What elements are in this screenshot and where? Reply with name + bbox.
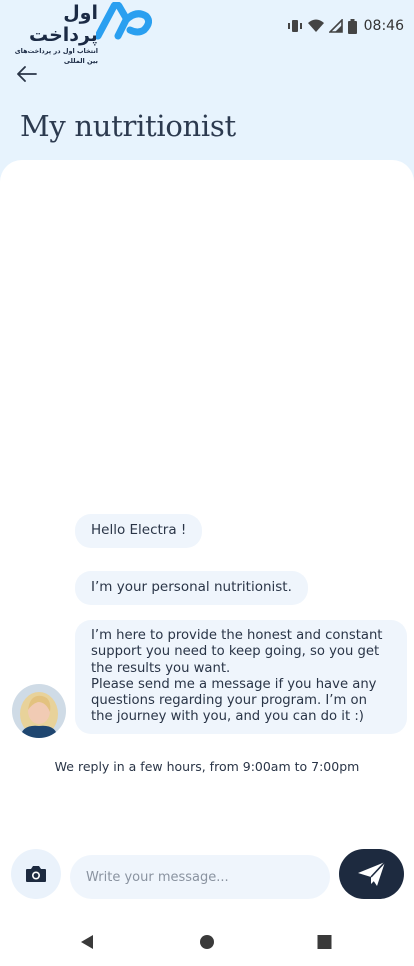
camera-icon — [26, 866, 46, 882]
status-time: 08:46 — [363, 18, 404, 34]
back-triangle-icon[interactable] — [79, 934, 95, 950]
recents-square-icon[interactable] — [317, 934, 332, 950]
signal-icon — [328, 19, 343, 33]
back-button[interactable] — [14, 61, 40, 87]
page-title: My nutritionist — [20, 109, 236, 143]
battery-icon — [347, 18, 357, 34]
message-bubble: Hello Electra ! — [75, 514, 203, 548]
vibrate-icon — [287, 20, 302, 32]
reply-hours-notice: We reply in a few hours, from 9:00am to … — [54, 759, 360, 774]
message-input[interactable] — [70, 855, 330, 899]
status-icons: 08:46 — [287, 16, 404, 36]
message-bubble: I’m your personal nutritionist. — [75, 571, 308, 605]
system-nav-bar — [0, 920, 414, 966]
status-bar: اول پرداخت انتخاب اول در پرداخت‌های بین … — [0, 0, 414, 65]
brand-watermark: اول پرداخت انتخاب اول در پرداخت‌های بین … — [0, 0, 160, 65]
brand-name: اول پرداخت — [28, 2, 98, 46]
brand-text: اول پرداخت انتخاب اول در پرداخت‌های بین … — [2, 2, 98, 66]
arrow-left-icon — [17, 66, 37, 82]
brand-logo-icon — [96, 2, 152, 40]
send-button[interactable] — [339, 849, 404, 899]
camera-button[interactable] — [11, 849, 61, 899]
wifi-icon — [307, 19, 324, 32]
message-bubble: I’m here to provide the honest and const… — [75, 620, 407, 734]
nutritionist-avatar — [12, 684, 66, 738]
home-circle-icon[interactable] — [199, 934, 215, 950]
send-icon — [357, 861, 386, 886]
chat-panel[interactable] — [0, 160, 414, 920]
